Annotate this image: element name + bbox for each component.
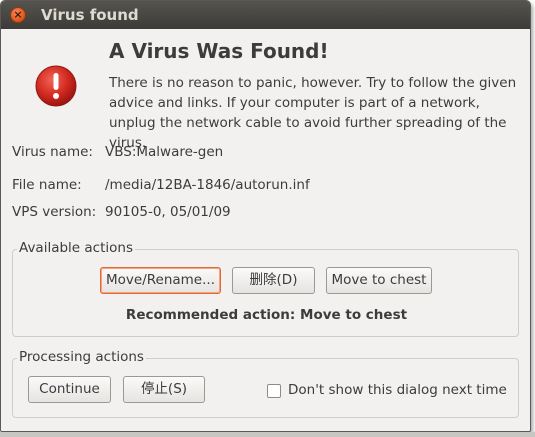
virus-name-value: VBS:Malware-gen (105, 144, 224, 160)
warning-icon (35, 65, 77, 107)
file-name-label: File name: (12, 177, 82, 193)
move-to-chest-button[interactable]: Move to chest (326, 267, 432, 294)
vps-version-label: VPS version: (12, 204, 97, 220)
close-window-button[interactable]: × (10, 7, 26, 23)
vps-version-value: 90105-0, 05/01/09 (105, 204, 231, 220)
virus-name-label: Virus name: (12, 144, 93, 160)
file-name-value: /media/12BA-1846/autorun.inf (105, 177, 310, 193)
available-actions-label: Available actions (17, 240, 135, 256)
delete-button[interactable]: 删除(D) (232, 267, 315, 294)
background-window-edge (0, 432, 535, 437)
virus-found-dialog: × Virus found A Virus Was Found! There i… (0, 0, 531, 432)
dialog-message: There is no reason to panic, however. Tr… (109, 75, 517, 151)
processing-actions-label: Processing actions (17, 349, 146, 365)
dont-show-checkbox[interactable] (267, 384, 281, 398)
dont-show-label[interactable]: Don't show this dialog next time (288, 382, 507, 398)
recommended-action-text: Recommended action: Move to chest (125, 307, 408, 323)
dialog-heading: A Virus Was Found! (109, 39, 329, 63)
move-rename-button[interactable]: Move/Rename... (100, 267, 221, 294)
continue-button[interactable]: Continue (28, 376, 111, 403)
stop-button[interactable]: 停止(S) (123, 376, 205, 403)
title-bar: × Virus found (1, 1, 530, 29)
window-title: Virus found (41, 6, 139, 24)
